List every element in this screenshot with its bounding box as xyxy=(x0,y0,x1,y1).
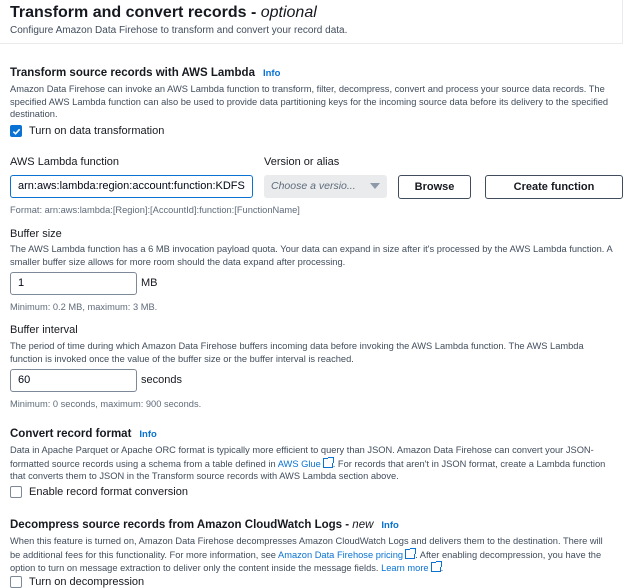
convert-checkbox[interactable] xyxy=(10,486,22,498)
buffer-interval-unit: seconds xyxy=(141,374,182,386)
decompress-checkbox[interactable] xyxy=(10,576,22,588)
buffer-interval-hint: Minimum: 0 seconds, maximum: 900 seconds… xyxy=(10,399,202,409)
decompress-new-badge: new xyxy=(352,519,374,531)
firehose-pricing-link[interactable]: Amazon Data Firehose pricing xyxy=(278,547,417,560)
firehose-pricing-link-text: Amazon Data Firehose pricing xyxy=(278,549,404,560)
browse-button[interactable]: Browse xyxy=(398,175,471,199)
version-placeholder: Choose a versio... xyxy=(271,180,356,192)
buffer-size-label: Buffer size xyxy=(10,228,62,240)
create-function-button[interactable]: Create function xyxy=(485,175,623,199)
decompress-checkbox-row[interactable]: Turn on decompression xyxy=(10,576,144,588)
buffer-size-unit: MB xyxy=(141,277,158,289)
page-title: Transform and convert records - optional xyxy=(10,4,317,22)
buffer-interval-input[interactable]: 60 xyxy=(10,369,137,392)
transform-heading-text: Transform source records with AWS Lambda xyxy=(10,67,255,79)
learn-more-link-text: Learn more xyxy=(381,563,429,573)
page-subtitle: Configure Amazon Data Firehose to transf… xyxy=(10,25,348,36)
transform-heading: Transform source records with AWS Lambda… xyxy=(10,67,280,79)
buffer-size-input[interactable]: 1 xyxy=(10,272,137,295)
section-header: Transform and convert records - optional… xyxy=(0,0,623,44)
version-alias-select[interactable]: Choose a versio... xyxy=(264,175,387,198)
version-alias-label: Version or alias xyxy=(264,156,340,168)
aws-glue-link[interactable]: AWS Glue xyxy=(277,456,334,469)
convert-description: Data in Apache Parquet or Apache ORC for… xyxy=(10,444,614,483)
lambda-function-input[interactable]: arn:aws:lambda:region:account:function:K… xyxy=(10,175,253,198)
checkmark-icon xyxy=(12,128,20,135)
external-link-icon xyxy=(405,547,417,559)
lambda-format-hint: Format: arn:aws:lambda:[Region]:[Account… xyxy=(10,205,300,215)
convert-checkbox-label: Enable record format conversion xyxy=(29,486,188,498)
decompress-info-link[interactable]: Info xyxy=(381,520,398,531)
decompress-heading-text: Decompress source records from Amazon Cl… xyxy=(10,519,353,531)
convert-info-link[interactable]: Info xyxy=(139,429,156,440)
convert-checkbox-row[interactable]: Enable record format conversion xyxy=(10,486,188,498)
aws-glue-link-text: AWS Glue xyxy=(277,458,321,469)
lambda-function-label: AWS Lambda function xyxy=(10,156,120,168)
transform-checkbox-row[interactable]: Turn on data transformation xyxy=(10,125,164,137)
transform-description: Amazon Data Firehose can invoke an AWS L… xyxy=(10,84,609,119)
transform-info-link[interactable]: Info xyxy=(263,68,280,79)
title-text: Transform and convert records - xyxy=(10,4,261,21)
buffer-interval-description: The period of time during which Amazon D… xyxy=(10,341,584,364)
convert-heading: Convert record format Info xyxy=(10,428,157,440)
buffer-interval-label: Buffer interval xyxy=(10,324,78,336)
buffer-size-hint: Minimum: 0.2 MB, maximum: 3 MB. xyxy=(10,302,158,312)
decompress-description: When this feature is turned on, Amazon D… xyxy=(10,536,603,573)
decompress-heading: Decompress source records from Amazon Cl… xyxy=(10,519,399,531)
external-link-icon xyxy=(322,456,334,468)
learn-more-link[interactable]: Learn more xyxy=(381,561,442,573)
external-link-icon xyxy=(430,561,442,572)
decompress-checkbox-label: Turn on decompression xyxy=(29,576,145,588)
caret-down-icon xyxy=(370,183,380,189)
title-optional: optional xyxy=(260,4,317,21)
transform-checkbox-label: Turn on data transformation xyxy=(29,125,165,137)
transform-checkbox[interactable] xyxy=(10,125,22,137)
buffer-size-description: The AWS Lambda function has a 6 MB invoc… xyxy=(10,244,613,267)
convert-heading-text: Convert record format xyxy=(10,428,132,440)
